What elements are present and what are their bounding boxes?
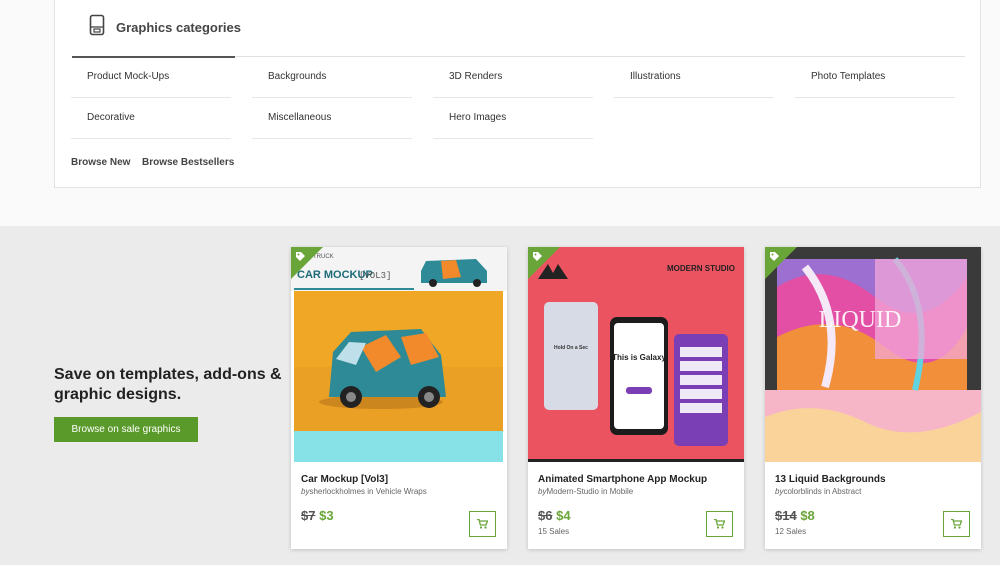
price-block: $6 $4 xyxy=(538,508,571,523)
product-author-line: bysherlockholmes in Vehicle Wraps xyxy=(301,487,427,496)
in-text: in xyxy=(823,487,831,496)
category-decorative[interactable]: Decorative xyxy=(71,98,231,139)
product-card[interactable]: TRUCK CAR MOCKUP [VOL3] Car Mockup [Vol3… xyxy=(291,247,507,549)
product-thumbnail[interactable]: MODERN STUDIO Hold On a Sec This is Gala… xyxy=(528,247,744,462)
author-link[interactable]: Modern-Studio xyxy=(546,487,598,496)
sale-price: $4 xyxy=(556,508,571,523)
liquid-backgrounds-preview: LIQUID xyxy=(765,247,981,462)
category-product-mock-ups[interactable]: Product Mock-Ups xyxy=(71,57,231,98)
add-to-cart-button[interactable] xyxy=(469,511,496,537)
sale-tag-icon xyxy=(296,252,305,261)
sale-tag-icon xyxy=(533,252,542,261)
old-price: $6 xyxy=(538,508,553,523)
thumb-phone-text: This is Galaxy xyxy=(612,353,666,362)
product-title[interactable]: Car Mockup [Vol3] xyxy=(301,474,388,485)
browse-bestsellers-link[interactable]: Browse Bestsellers xyxy=(142,157,234,168)
price-block: $14 $8 xyxy=(775,508,815,523)
in-text: in xyxy=(601,487,608,496)
in-text: in xyxy=(367,487,374,496)
category-link[interactable]: Vehicle Wraps xyxy=(376,487,427,496)
sale-price: $3 xyxy=(319,508,334,523)
thumb-left-text: Hold On a Sec xyxy=(554,345,588,351)
author-link[interactable]: colorblinds xyxy=(783,487,821,496)
category-backgrounds[interactable]: Backgrounds xyxy=(252,57,412,98)
category-photo-templates[interactable]: Photo Templates xyxy=(795,57,955,98)
sales-count: 15 Sales xyxy=(538,527,570,536)
product-card[interactable]: LIQUID 13 Liquid Backgrounds bycolorblin… xyxy=(765,247,981,549)
graphics-categories-panel: Graphics categories Product Mock-Ups Bac… xyxy=(54,0,981,188)
thumb-word-text: LIQUID xyxy=(819,307,902,333)
smartphone-mockup-preview: MODERN STUDIO Hold On a Sec This is Gala… xyxy=(528,247,744,462)
top-section: Graphics categories Product Mock-Ups Bac… xyxy=(0,0,1000,226)
old-price: $7 xyxy=(301,508,316,523)
tab-label: Graphics categories xyxy=(116,20,241,35)
category-illustrations[interactable]: Illustrations xyxy=(614,57,774,98)
category-hero-images[interactable]: Hero Images xyxy=(433,98,593,139)
product-thumbnail[interactable]: TRUCK CAR MOCKUP [VOL3] xyxy=(291,247,507,462)
category-3d-renders[interactable]: 3D Renders xyxy=(433,57,593,98)
price-block: $7 $3 xyxy=(301,508,334,523)
add-to-cart-button[interactable] xyxy=(706,511,733,537)
phone-doc-icon xyxy=(89,14,105,36)
product-thumbnail[interactable]: LIQUID xyxy=(765,247,981,462)
add-to-cart-button[interactable] xyxy=(943,511,970,537)
category-miscellaneous[interactable]: Miscellaneous xyxy=(252,98,412,139)
thumb-brand-text: MODERN STUDIO xyxy=(667,264,735,273)
product-title[interactable]: 13 Liquid Backgrounds xyxy=(775,474,886,485)
product-card[interactable]: MODERN STUDIO Hold On a Sec This is Gala… xyxy=(528,247,744,549)
thumb-sub-text: [VOL3] xyxy=(359,271,391,281)
cart-icon xyxy=(477,519,488,529)
cart-icon xyxy=(714,519,725,529)
browse-new-link[interactable]: Browse New xyxy=(71,157,130,168)
tab-graphics-categories[interactable]: Graphics categories xyxy=(72,0,241,58)
promo-title: Save on templates, add-ons & graphic des… xyxy=(54,366,282,403)
sale-tag-icon xyxy=(770,252,779,261)
category-link[interactable]: Abstract xyxy=(832,487,861,496)
sale-price: $8 xyxy=(800,508,815,523)
author-link[interactable]: sherlockholmes xyxy=(309,487,365,496)
car-mockup-preview: TRUCK CAR MOCKUP [VOL3] xyxy=(291,247,507,462)
cart-icon xyxy=(951,519,962,529)
product-author-line: byModern-Studio in Mobile xyxy=(538,487,633,496)
old-price: $14 xyxy=(775,508,797,523)
category-link[interactable]: Mobile xyxy=(610,487,634,496)
product-title[interactable]: Animated Smartphone App Mockup xyxy=(538,474,707,485)
sales-count: 12 Sales xyxy=(775,527,807,536)
browse-sale-graphics-button[interactable]: Browse on sale graphics xyxy=(54,417,198,442)
product-author-line: bycolorblinds in Abstract xyxy=(775,487,861,496)
